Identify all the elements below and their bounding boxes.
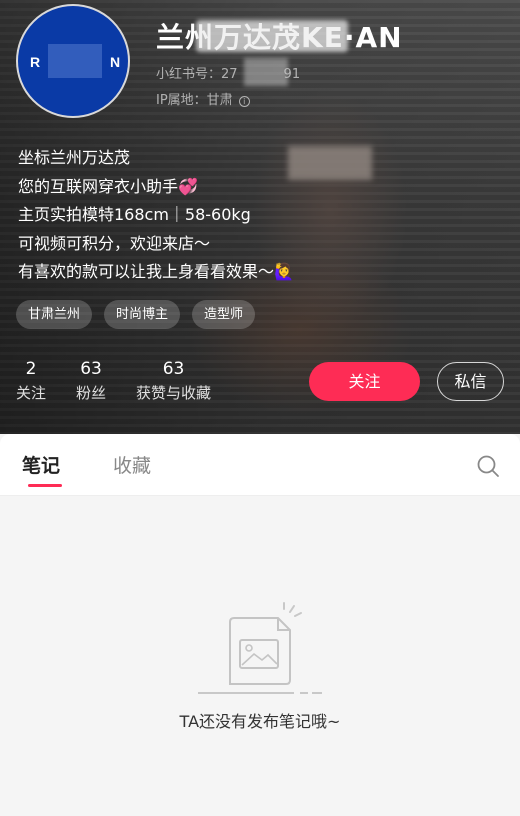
avatar-letter-r: R [30, 54, 41, 70]
search-icon[interactable] [476, 454, 500, 478]
profile-id-label: 小红书号：27 [156, 67, 238, 82]
stat-followers-label: 粉丝 [76, 384, 107, 402]
id-blur-mask [244, 58, 288, 86]
message-button[interactable]: 私信 [437, 362, 504, 401]
avatar-letter-n: N [110, 54, 121, 70]
stat-likes-count: 63 [162, 359, 185, 379]
bio-line: 可视频可积分，欢迎来店～ [18, 233, 211, 253]
profile-header: R N 兰州万达茂KE·AN 小红书号：2791 IP属地：甘肃i 坐标兰州万达… [0, 0, 520, 434]
avatar[interactable]: R N [16, 4, 130, 118]
bio-line: 您的互联网穿衣小助手💞 [18, 176, 198, 196]
face-blur-mask [288, 146, 372, 180]
profile-ip: IP属地：甘肃 i [156, 89, 250, 108]
empty-document-icon [198, 602, 322, 694]
avatar-blur [48, 44, 102, 78]
stat-followers-count: 63 [80, 359, 102, 379]
bio-line: 有喜欢的款可以让我上身看看效果～🙋‍♀️ [18, 262, 294, 281]
profile-stats: 2 关注 63 粉丝 63 获赞与收藏 [16, 358, 241, 406]
stat-likes[interactable]: 63 获赞与收藏 [136, 358, 211, 406]
follow-button[interactable]: 关注 [309, 362, 420, 401]
stat-likes-label: 获赞与收藏 [136, 384, 212, 402]
bio-line: 坐标兰州万达茂 [18, 148, 131, 167]
empty-state-text: TA还没有发布笔记哦~ [179, 712, 341, 731]
tab-bar: 笔记 收藏 [0, 434, 520, 496]
profile-tags: 甘肃兰州 时尚博主 造型师 [16, 300, 256, 329]
tag-stylist[interactable]: 造型师 [192, 300, 256, 329]
tab-notes[interactable]: 笔记 [22, 451, 63, 487]
stat-following-count: 2 [25, 359, 37, 379]
stat-following[interactable]: 2 关注 [16, 358, 46, 406]
tab-collections[interactable]: 收藏 [113, 451, 151, 478]
tag-location[interactable]: 甘肃兰州 [16, 300, 93, 329]
notes-content: TA还没有发布笔记哦~ [0, 496, 520, 816]
info-icon[interactable]: i [238, 96, 250, 107]
stat-following-label: 关注 [16, 384, 47, 402]
bio-line: 主页实拍模特168cm｜58-60kg [18, 205, 251, 224]
profile-bio: 坐标兰州万达茂 您的互联网穿衣小助手💞 主页实拍模特168cm｜58-60kg … [18, 144, 294, 287]
name-blur-mask [196, 20, 348, 52]
profile-ip-label: IP属地：甘肃 [156, 93, 233, 108]
tag-fashion-blogger[interactable]: 时尚博主 [104, 300, 181, 329]
stat-followers[interactable]: 63 粉丝 [76, 358, 106, 406]
